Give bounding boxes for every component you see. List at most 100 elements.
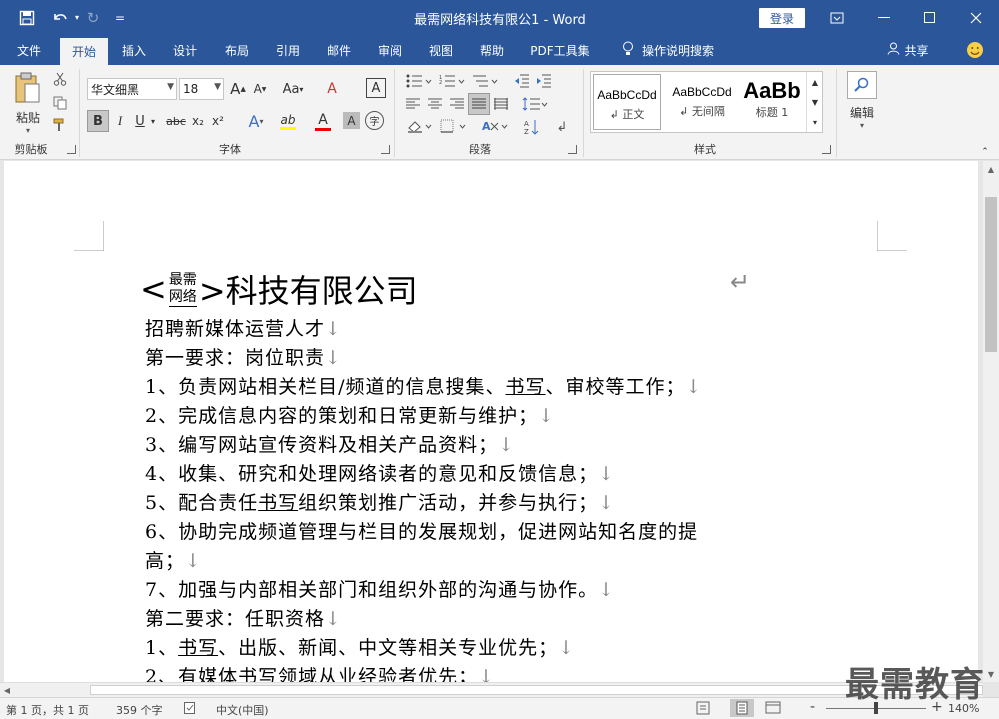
numbering-button[interactable]: 12 [437,72,467,90]
tab-layout[interactable]: 布局 [215,35,259,65]
paragraph-launcher-icon[interactable] [568,145,577,154]
show-marks-icon[interactable]: ↲ [552,117,572,137]
sort-icon[interactable]: AZ [522,117,542,137]
character-shading-button[interactable]: A [343,112,360,129]
align-center-icon[interactable] [426,95,444,113]
tab-pdf-tools[interactable]: PDF工具集 [522,35,598,65]
editing-button[interactable]: 编辑 ▾ [843,69,881,131]
underline-dropdown-icon[interactable]: ▾ [148,110,158,132]
print-layout-icon[interactable] [730,699,754,717]
text-effects-button[interactable]: A ▾ [243,110,269,132]
scroll-left-icon[interactable]: ◀ [0,683,14,697]
align-left-icon[interactable] [404,95,422,113]
font-size-combo[interactable]: 18 ▼ [179,78,224,100]
horizontal-scrollbar[interactable]: ◀ [0,682,983,697]
svg-text:2: 2 [439,80,442,86]
doc-line: 5、配合责任书写组织策划推广活动，并参与执行；↓ [145,492,616,514]
italic-button[interactable]: I [112,110,128,132]
gallery-down-icon[interactable]: ▼ [807,92,823,112]
increase-indent-icon[interactable] [535,72,553,90]
tab-file[interactable]: 文件 [4,35,54,65]
subscript-button[interactable]: x₂ [189,110,207,132]
clear-formatting-button[interactable]: A [322,78,342,100]
minimize-icon[interactable] [861,0,907,35]
underline-button[interactable]: U [132,110,148,132]
smiley-feedback-icon[interactable] [962,35,988,65]
font-name-combo[interactable]: 华文细黑 ▼ [87,78,177,100]
enclose-characters-button[interactable]: 字 [365,111,384,130]
scroll-down-icon[interactable]: ▼ [983,666,999,682]
copy-icon[interactable] [52,95,68,111]
align-right-icon[interactable] [448,95,466,113]
shading-button[interactable] [404,117,434,135]
gallery-up-icon[interactable]: ▲ [807,72,823,92]
language-indicator[interactable]: 中文(中国) [216,702,269,718]
strikethrough-button[interactable]: abc [165,110,187,132]
redo-icon[interactable]: ↻ [82,0,104,35]
shrink-font-icon: A [253,82,262,96]
zoom-out-button[interactable]: - [810,699,815,715]
bold-button[interactable]: B [87,110,109,132]
distributed-icon[interactable] [492,95,510,113]
paste-button[interactable]: 粘贴 ▾ [8,69,48,137]
vertical-scrollbar[interactable]: ▲ ▼ [983,161,999,682]
line-spacing-button[interactable] [520,95,550,113]
character-border-button[interactable]: A [366,78,386,98]
chevron-down-icon: ▼ [214,82,221,92]
font-launcher-icon[interactable] [381,145,390,154]
page-count[interactable]: 第 1 页，共 1 页 [6,702,89,718]
styles-launcher-icon[interactable] [822,145,831,154]
scroll-thumb[interactable] [985,197,997,352]
close-icon[interactable] [953,0,999,35]
decrease-indent-icon[interactable] [513,72,531,90]
ruby-text: 最需 [168,271,197,288]
undo-icon[interactable] [45,0,75,35]
borders-button[interactable] [438,117,468,135]
change-case-button[interactable]: Aa ▾ [278,78,308,100]
tab-insert[interactable]: 插入 [112,35,156,65]
magnifier-icon [847,70,877,99]
scroll-up-icon[interactable]: ▲ [983,161,999,177]
multilevel-list-button[interactable] [470,72,500,90]
cut-icon[interactable] [52,71,68,87]
undo-dropdown-icon[interactable]: ▾ [72,0,82,35]
tab-help[interactable]: 帮助 [470,35,514,65]
font-color-button[interactable]: A [309,110,337,132]
login-button[interactable]: 登录 [759,8,805,28]
format-painter-icon[interactable] [52,117,68,133]
style-heading-1[interactable]: AaBb 标题 1 [741,72,803,132]
word-count[interactable]: 359 个字 [116,702,163,718]
tab-design[interactable]: 设计 [163,35,207,65]
focus-mode-icon[interactable] [696,701,710,718]
change-case-icon: Aa [282,81,300,97]
underlined-word: 书写 [258,492,299,514]
share-button[interactable]: 共享 [880,35,936,65]
tab-references[interactable]: 引用 [266,35,310,65]
web-layout-icon[interactable] [765,701,781,718]
proofing-icon[interactable] [184,702,198,717]
clipboard-launcher-icon[interactable] [67,145,76,154]
tab-view[interactable]: 视图 [419,35,463,65]
tab-mailings[interactable]: 邮件 [317,35,361,65]
shrink-font-button[interactable]: A ▼ [251,78,269,100]
save-icon[interactable] [12,0,42,35]
highlight-button[interactable]: ab [273,110,303,132]
customize-qat-icon[interactable]: = [110,0,130,35]
tab-review[interactable]: 审阅 [368,35,412,65]
justify-icon[interactable] [468,93,490,115]
eraser-icon: A [327,81,337,97]
tab-home[interactable]: 开始 [60,38,108,65]
style-no-spacing[interactable]: AaBbCcDd ↲ 无间隔 [665,72,739,132]
tell-me-search[interactable]: 操作说明搜索 [612,35,724,65]
gallery-more-icon[interactable]: ▾ [807,112,823,132]
bullets-button[interactable] [404,72,434,90]
editing-dropdown-icon: ▾ [859,120,864,130]
superscript-button[interactable]: x² [209,110,227,132]
asian-layout-button[interactable]: A [480,117,510,135]
style-normal[interactable]: AaBbCcDd ↲ 正文 [593,74,661,130]
gallery-scroll: ▲ ▼ ▾ [806,72,823,132]
maximize-icon[interactable] [907,0,953,35]
grow-font-button[interactable]: A ▲ [229,78,247,100]
collapse-ribbon-icon[interactable]: ⌃ [978,147,992,157]
ribbon-display-options-icon[interactable] [814,0,860,35]
